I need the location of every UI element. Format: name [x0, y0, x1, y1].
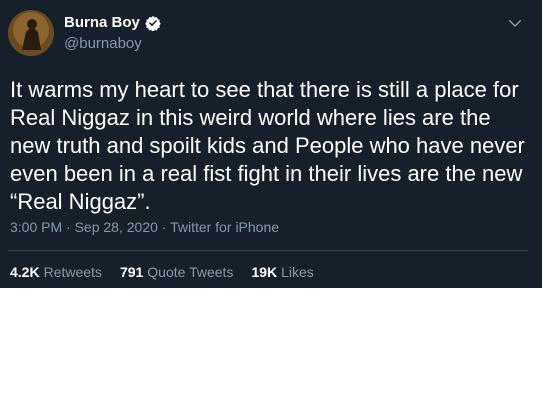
likes-label: Likes	[281, 264, 314, 280]
quote-tweets-count: 791	[119, 264, 144, 280]
author-handle[interactable]: @burnaboy	[64, 35, 142, 52]
tweet-time[interactable]: 3:00 PM	[10, 219, 62, 235]
author-name[interactable]: Burna Boy	[64, 14, 140, 31]
retweets-label: Retweets	[43, 264, 102, 280]
likes-stat[interactable]: 19K Likes	[251, 264, 313, 280]
divider	[8, 250, 528, 251]
meta-separator: ·	[157, 219, 171, 235]
tweet-meta: 3:00 PM · Sep 28, 2020 · Twitter for iPh…	[10, 219, 279, 235]
quote-tweets-label: Quote Tweets	[147, 264, 234, 280]
tweet-stats: 4.2K Retweets 791 Quote Tweets 19K Likes	[10, 264, 332, 280]
tweet-card: Burna Boy @burnaboy It warms my heart to…	[0, 0, 542, 288]
verified-badge-icon	[145, 15, 161, 31]
likes-count: 19K	[251, 264, 278, 280]
tweet-date[interactable]: Sep 28, 2020	[75, 219, 158, 235]
tweet-text: It warms my heart to see that there is s…	[10, 77, 525, 214]
tweet-source[interactable]: Twitter for iPhone	[170, 219, 279, 235]
retweets-count: 4.2K	[10, 264, 40, 280]
quote-tweets-stat[interactable]: 791 Quote Tweets	[120, 264, 234, 280]
avatar[interactable]	[8, 10, 54, 56]
author-name-row: Burna Boy	[64, 14, 161, 31]
chevron-down-icon[interactable]	[506, 14, 524, 32]
meta-separator: ·	[62, 219, 75, 235]
retweets-stat[interactable]: 4.2K Retweets	[10, 264, 102, 280]
